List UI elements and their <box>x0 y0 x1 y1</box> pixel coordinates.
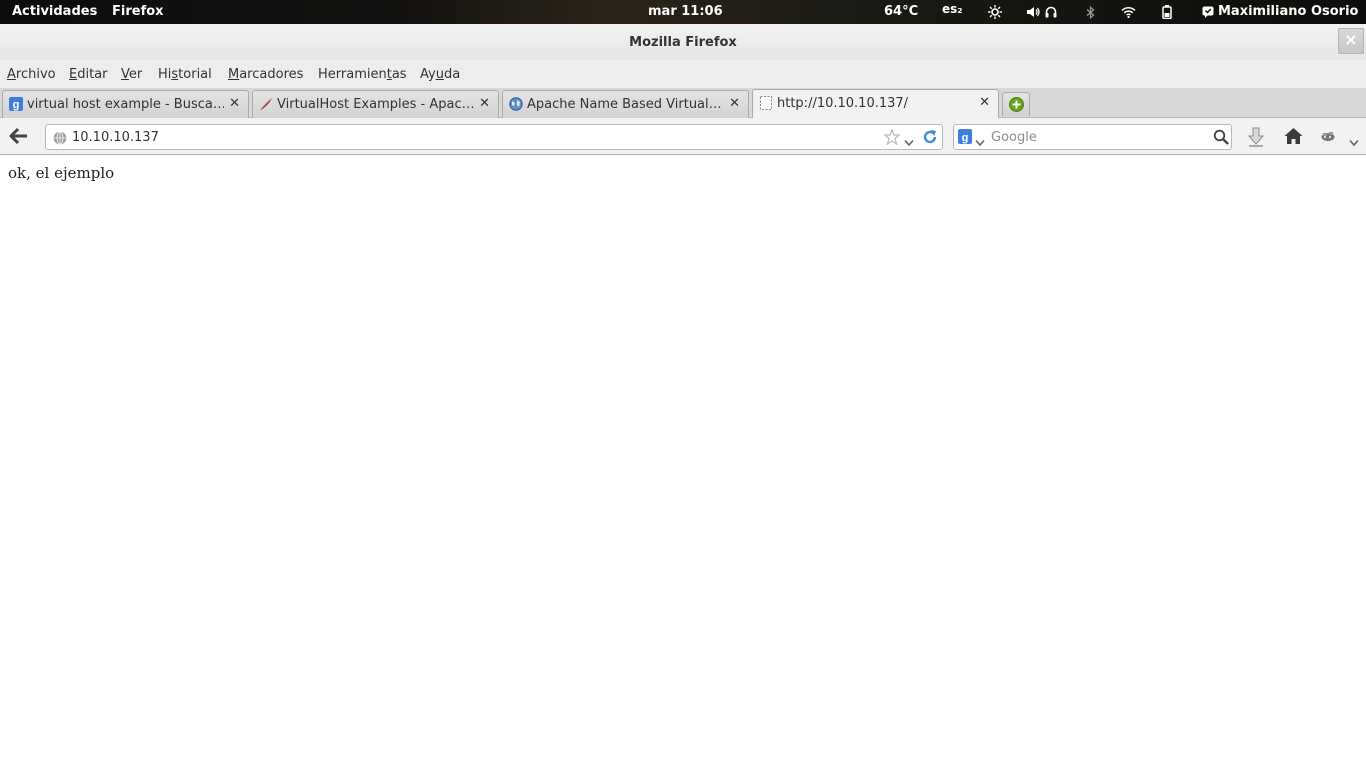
wifi-icon[interactable] <box>1121 4 1136 20</box>
brightness-icon[interactable] <box>988 4 1002 20</box>
menu-herramientas[interactable]: Herramientas <box>318 67 407 82</box>
tab-label: http://10.10.10.137/ <box>777 96 909 111</box>
home-button[interactable] <box>1284 127 1303 149</box>
blank-page-icon <box>759 96 773 110</box>
tab-label: VirtualHost Examples - Apac… <box>277 97 474 112</box>
gnome-top-bar: Actividades Firefox mar 11:06 64°C es₂ M… <box>0 0 1366 24</box>
addon-toolbar-button[interactable] <box>1320 128 1336 148</box>
keyboard-layout-indicator[interactable]: es₂ <box>942 2 963 17</box>
apache-feather-icon <box>259 97 273 111</box>
reload-icon[interactable] <box>922 129 938 149</box>
bookmark-star-icon[interactable] <box>883 128 901 149</box>
close-icon: × <box>1344 30 1358 49</box>
search-input[interactable] <box>991 129 1206 145</box>
tab-current-page[interactable]: http://10.10.10.137/ ✕ <box>752 89 999 118</box>
tab-virtualhost-examples[interactable]: VirtualHost Examples - Apac… ✕ <box>252 90 499 118</box>
window-close-button[interactable]: × <box>1338 28 1364 54</box>
globe-icon <box>509 97 523 111</box>
menu-marcadores[interactable]: Marcadores <box>228 67 303 82</box>
clock[interactable]: mar 11:06 <box>648 4 723 19</box>
tab-close-icon[interactable]: ✕ <box>229 96 240 111</box>
window-title-bar: Mozilla Firefox <box>0 24 1366 60</box>
menu-bar: Archivo Editar Ver Historial Marcadores … <box>0 60 1366 88</box>
google-icon: g <box>9 97 23 111</box>
home-icon <box>1284 128 1303 144</box>
tab-label: Apache Name Based Virtual… <box>527 97 722 112</box>
tab-close-icon[interactable]: ✕ <box>979 95 990 110</box>
menu-ayuda[interactable]: Ayuda <box>420 67 460 82</box>
back-arrow-icon <box>9 127 27 145</box>
temperature-indicator[interactable]: 64°C <box>884 4 918 19</box>
search-engine-dropdown-icon[interactable] <box>975 132 985 151</box>
page-body-text: ok, el ejemplo <box>8 164 115 182</box>
downloads-button[interactable] <box>1246 127 1266 151</box>
tab-google-search[interactable]: g virtual host example - Busca… ✕ <box>2 90 249 118</box>
user-status-icon[interactable] <box>1202 4 1214 20</box>
url-input[interactable] <box>72 129 852 145</box>
tab-apache-name-based[interactable]: Apache Name Based Virtual… ✕ <box>502 90 749 118</box>
tab-close-icon[interactable]: ✕ <box>729 96 740 111</box>
app-menu-button[interactable]: Firefox <box>112 4 164 19</box>
download-arrow-icon <box>1247 127 1265 147</box>
history-dropdown-icon[interactable] <box>904 132 914 151</box>
activities-button[interactable]: Actividades <box>12 4 97 19</box>
search-engine-google-icon[interactable]: g <box>958 129 974 149</box>
url-bar[interactable] <box>45 124 943 150</box>
search-bar[interactable]: g <box>953 124 1232 150</box>
menu-archivo[interactable]: Archivo <box>7 67 56 82</box>
new-tab-button[interactable] <box>1002 92 1030 116</box>
addon-icon <box>1321 132 1335 141</box>
back-button[interactable] <box>9 127 29 149</box>
battery-icon[interactable] <box>1162 4 1172 20</box>
user-name[interactable]: Maximiliano Osorio <box>1218 4 1358 19</box>
navigation-toolbar: g <box>0 118 1366 155</box>
toolbar-overflow-chevron-icon[interactable] <box>1349 132 1359 151</box>
menu-editar[interactable]: Editar <box>69 67 108 82</box>
plus-icon <box>1009 97 1024 116</box>
tab-label: virtual host example - Busca… <box>27 97 224 112</box>
window-title: Mozilla Firefox <box>629 35 737 50</box>
headphones-icon[interactable] <box>1045 4 1057 20</box>
volume-icon[interactable] <box>1027 4 1041 20</box>
search-icon[interactable] <box>1213 129 1229 149</box>
page-content: ok, el ejemplo <box>0 155 1366 768</box>
svg-text:g: g <box>962 132 969 144</box>
site-identity-globe-icon[interactable] <box>53 130 67 149</box>
menu-historial[interactable]: Historial <box>158 67 212 82</box>
svg-text:g: g <box>13 99 20 111</box>
bluetooth-icon[interactable] <box>1086 4 1095 20</box>
tab-close-icon[interactable]: ✕ <box>479 96 490 111</box>
menu-ver[interactable]: Ver <box>121 67 142 82</box>
